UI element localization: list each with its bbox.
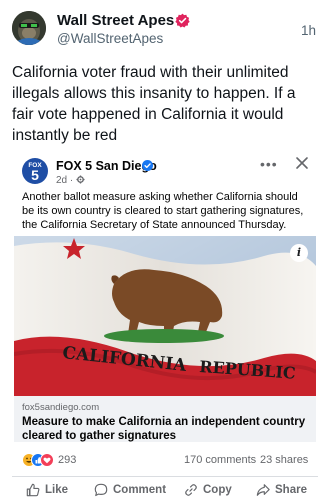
- action-bar: Like Comment Copy Share: [12, 476, 318, 498]
- comment-count[interactable]: 170 comments: [184, 454, 256, 466]
- link-icon: [185, 484, 197, 496]
- post-age: 2d ·: [56, 175, 74, 186]
- embed-header: FOX 5 FOX 5 San Diego 2d · •••: [12, 154, 318, 190]
- more-options-button[interactable]: •••: [260, 156, 278, 172]
- info-button[interactable]: i: [290, 244, 308, 262]
- author-handle[interactable]: @WallStreetApes: [57, 31, 163, 46]
- settings-gear-icon: [76, 175, 85, 184]
- post-meta: 2d ·: [56, 175, 85, 186]
- like-label: Like: [45, 484, 69, 496]
- share-count[interactable]: 23 shares: [260, 454, 308, 466]
- reaction-icons: [22, 453, 54, 467]
- california-flag-image: CALIFORNIA REPUBLIC: [14, 236, 316, 396]
- comment-button[interactable]: Comment: [94, 482, 166, 498]
- share-button[interactable]: Share: [256, 482, 307, 498]
- author-name[interactable]: Wall Street Apes: [57, 12, 174, 29]
- copy-label: Copy: [203, 484, 232, 496]
- like-button[interactable]: Like: [26, 482, 68, 498]
- embed-text: Another ballot measure asking whether Ca…: [22, 191, 304, 231]
- verified-check-icon: [142, 160, 153, 171]
- fox-logo-number: 5: [31, 167, 39, 183]
- post-header: Wall Street Apes @WallStreetApes 1h: [12, 10, 318, 50]
- avatar[interactable]: [12, 11, 46, 45]
- ape-avatar-icon: [12, 11, 46, 45]
- reaction-count: 293: [58, 454, 77, 466]
- link-preview-image[interactable]: CALIFORNIA REPUBLIC i: [14, 236, 316, 396]
- share-arrow-icon: [256, 484, 270, 496]
- close-icon[interactable]: [295, 156, 309, 170]
- comment-label: Comment: [113, 484, 167, 496]
- copy-button[interactable]: Copy: [184, 482, 232, 498]
- verified-badge-icon: [175, 13, 190, 28]
- share-label: Share: [275, 484, 307, 496]
- thumbs-up-icon: [26, 483, 40, 497]
- post-text: California voter fraud with their unlimi…: [12, 64, 296, 144]
- link-preview-meta[interactable]: fox5sandiego.com Measure to make Califor…: [14, 396, 316, 442]
- post-timestamp: 1h: [300, 23, 316, 38]
- comment-bubble-icon: [94, 483, 108, 497]
- link-title[interactable]: Measure to make California an independen…: [22, 415, 308, 443]
- link-domain: fox5sandiego.com: [22, 402, 100, 413]
- embedded-facebook-post[interactable]: FOX 5 FOX 5 San Diego 2d · ••• Another b…: [12, 150, 318, 498]
- fox5-logo[interactable]: FOX 5: [22, 158, 48, 184]
